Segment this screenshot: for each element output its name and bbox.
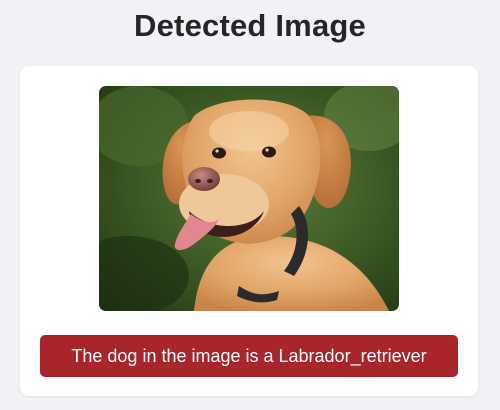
result-card: The dog in the image is a Labrador_retri… xyxy=(20,66,478,396)
detected-dog-image xyxy=(99,86,399,311)
page-title: Detected Image xyxy=(134,8,366,43)
page: Detected Image The dog in the image is a… xyxy=(0,0,500,410)
classification-result-banner: The dog in the image is a Labrador_retri… xyxy=(40,335,458,377)
